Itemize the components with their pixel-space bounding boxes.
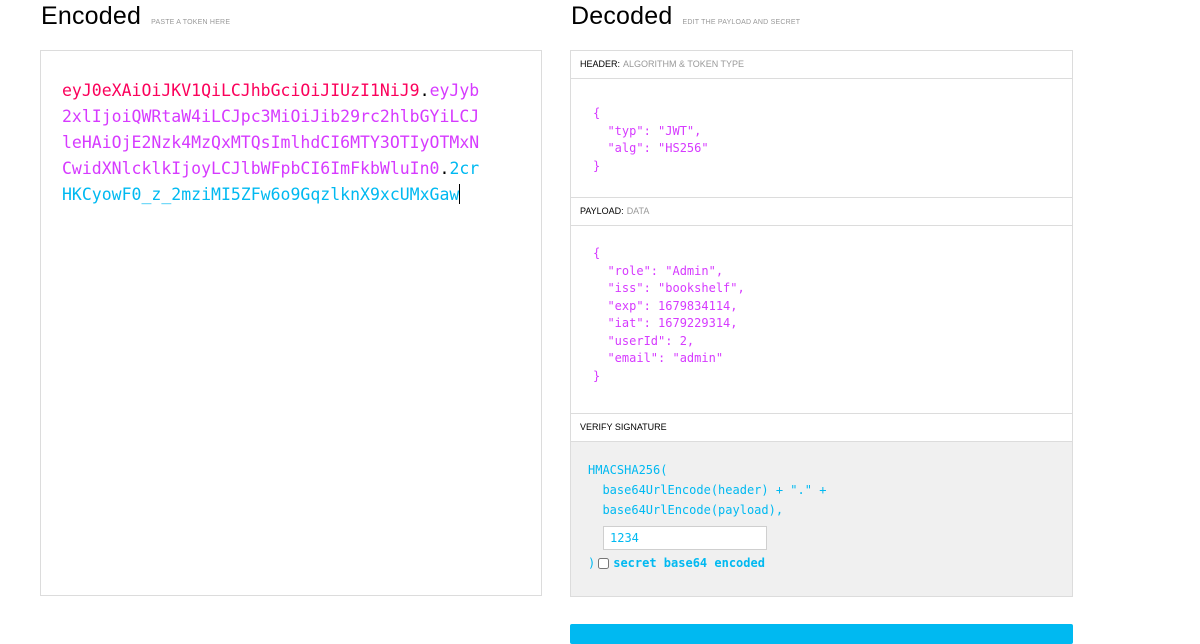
signature-line-payload: base64UrlEncode(payload),	[588, 503, 784, 517]
header-section-sublabel: ALGORITHM & TOKEN TYPE	[623, 59, 745, 69]
token-separator: .	[419, 81, 430, 100]
secret-base64-checkbox[interactable]	[598, 558, 610, 570]
decoded-panel: HEADER: ALGORITHM & TOKEN TYPE { "typ": "…	[570, 50, 1073, 597]
payload-section-heading: PAYLOAD: DATA	[571, 198, 1072, 226]
header-json-text[interactable]: { "typ": "JWT", "alg": "HS256" }	[593, 105, 709, 175]
encoded-token-editor[interactable]: eyJ0eXAiOiJKV1QiLCJhbGciOiJIUzI1NiJ9.eyJ…	[40, 50, 542, 596]
header-json-editor[interactable]: { "typ": "JWT", "alg": "HS256" }	[571, 79, 1072, 197]
share-button[interactable]	[570, 624, 1073, 644]
signature-line-header: base64UrlEncode(header) + "." +	[588, 483, 827, 497]
encoded-subtitle: PASTE A TOKEN HERE	[151, 19, 231, 26]
header-section-label: HEADER:	[580, 59, 621, 69]
secret-input[interactable]	[603, 526, 767, 550]
payload-section-label: PAYLOAD:	[580, 206, 624, 216]
decoded-heading: Decoded EDIT THE PAYLOAD AND SECRET	[571, 2, 800, 31]
base64-option: ) secret base64 encoded	[588, 555, 765, 573]
payload-json-editor[interactable]: { "role": "Admin", "iss": "bookshelf", "…	[571, 226, 1072, 413]
signature-close-paren: )	[588, 556, 596, 570]
encoded-title: Encoded	[41, 2, 142, 30]
payload-json-text[interactable]: { "role": "Admin", "iss": "bookshelf", "…	[593, 245, 745, 385]
token-separator: .	[439, 159, 450, 178]
decoded-title: Decoded	[571, 2, 673, 30]
decoded-subtitle: EDIT THE PAYLOAD AND SECRET	[682, 19, 801, 26]
encoded-heading: Encoded PASTE A TOKEN HERE	[41, 2, 230, 31]
encoded-token-text[interactable]: eyJ0eXAiOiJKV1QiLCJhbGciOiJIUzI1NiJ9.eyJ…	[62, 78, 487, 208]
token-header-part: eyJ0eXAiOiJKV1QiLCJhbGciOiJIUzI1NiJ9	[62, 81, 420, 100]
text-cursor	[459, 184, 461, 204]
signature-line-hmac: HMACSHA256(	[588, 463, 668, 477]
signature-section: HMACSHA256( base64UrlEncode(header) + ".…	[571, 442, 1072, 596]
payload-section-sublabel: DATA	[626, 206, 650, 216]
secret-base64-label[interactable]: secret base64 encoded	[613, 555, 765, 573]
signature-section-heading: VERIFY SIGNATURE	[571, 414, 1072, 442]
header-section-heading: HEADER: ALGORITHM & TOKEN TYPE	[571, 51, 1072, 79]
signature-section-label: VERIFY SIGNATURE	[580, 422, 667, 432]
